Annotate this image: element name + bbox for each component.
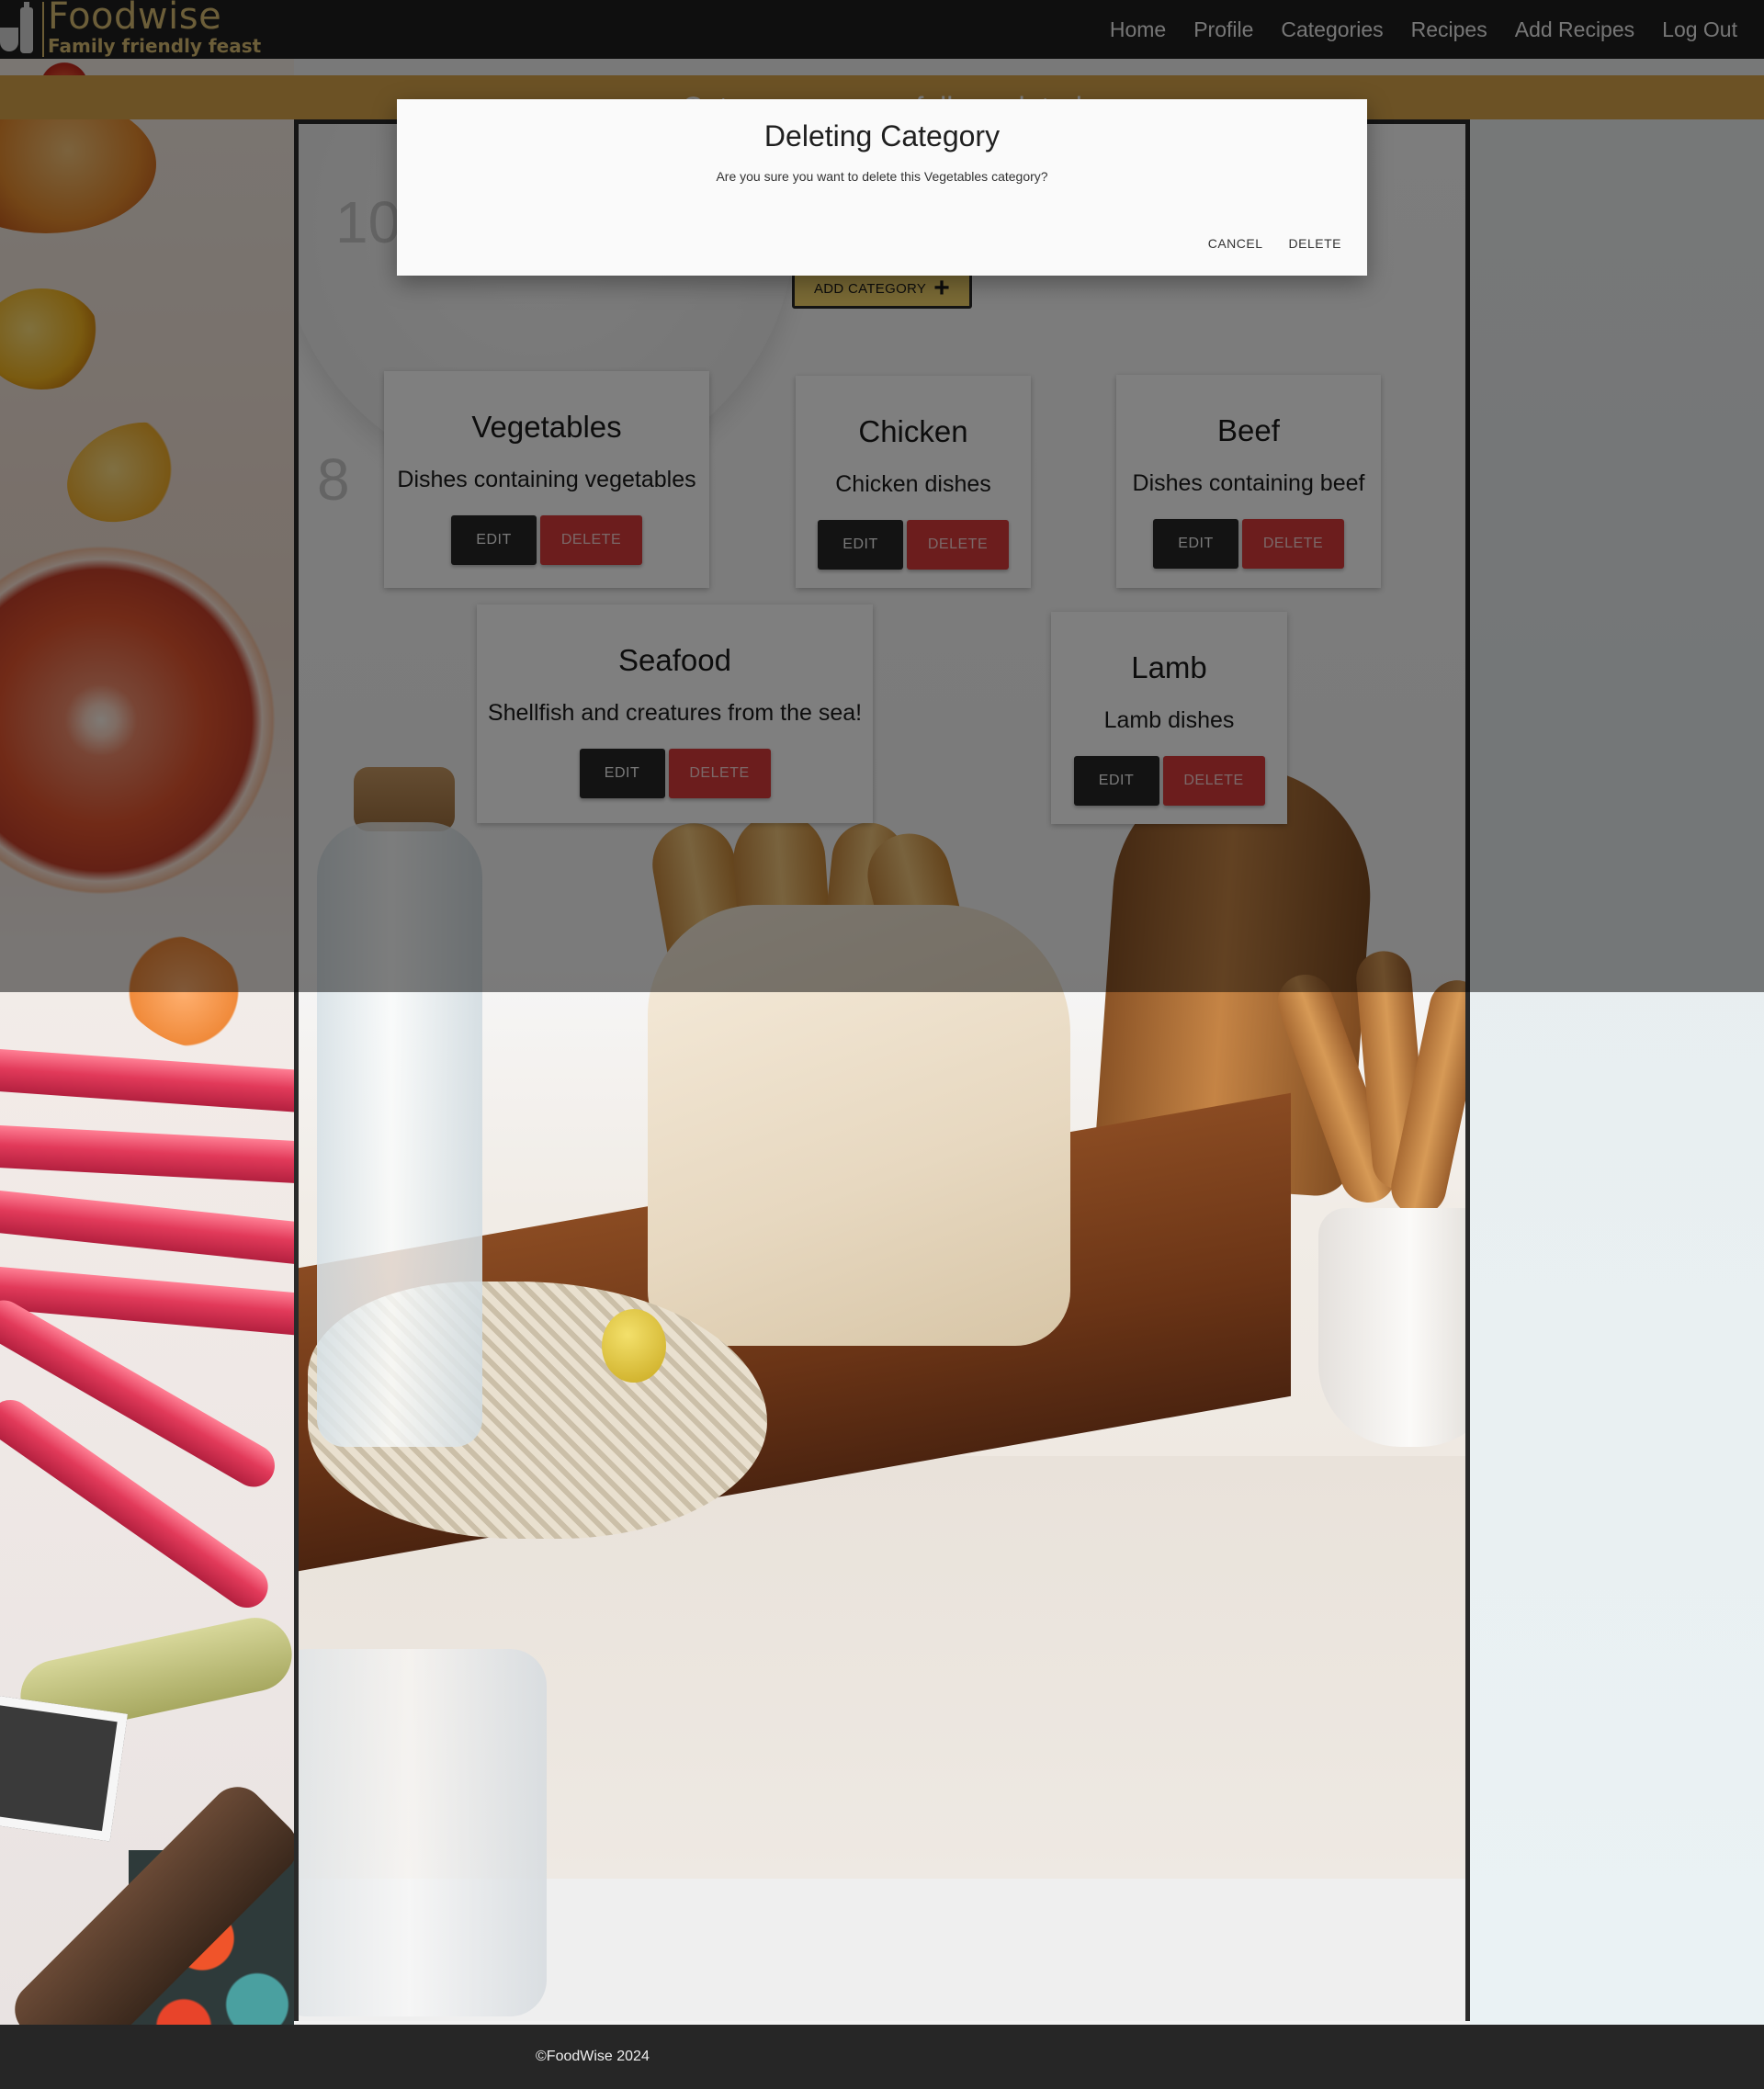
footer-copyright: ©FoodWise 2024 <box>536 2049 650 2064</box>
modal-cancel-button[interactable]: CANCEL <box>1197 230 1274 257</box>
modal-delete-button[interactable]: DELETE <box>1278 230 1352 257</box>
delete-category-modal: Deleting Category Are you sure you want … <box>397 99 1367 276</box>
modal-message: Are you sure you want to delete this Veg… <box>716 169 1048 184</box>
modal-title: Deleting Category <box>763 119 1001 152</box>
site-footer: ©FoodWise 2024 <box>0 2025 1764 2089</box>
